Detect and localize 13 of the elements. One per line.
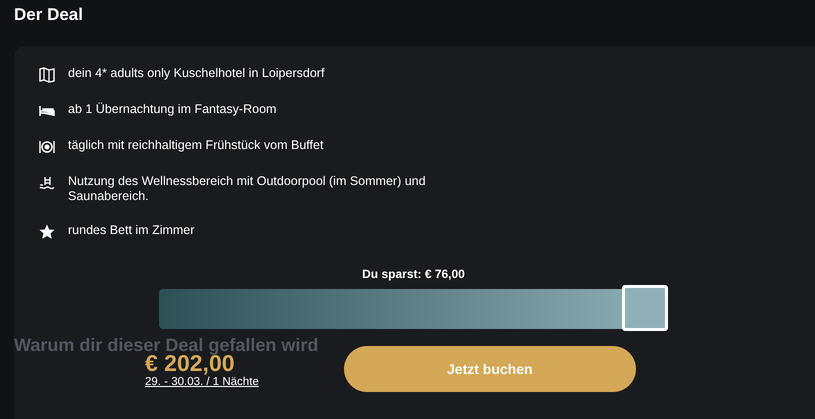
dates-link[interactable]: 29. - 30.03. / 1 Nächte xyxy=(145,376,259,388)
star-icon xyxy=(39,224,55,240)
feature-text: rundes Bett im Zimmer xyxy=(68,223,194,238)
pool-icon xyxy=(39,175,55,191)
feature-text: dein 4* adults only Kuschelhotel in Loipersdorf xyxy=(68,66,324,81)
feature-text: täglich mit reichhaltigem Frühstück vom Buffet xyxy=(68,138,324,153)
feature-text: Nutzung des Wellnessbereich mit Outdoorpool (im Sommer) und Saunabereich. xyxy=(68,174,427,204)
map-icon xyxy=(39,67,55,83)
plate-icon xyxy=(39,139,55,155)
section-title: Der Deal xyxy=(13,4,84,26)
savings-label: Du sparst: € 76,00 xyxy=(362,267,465,281)
bed-icon xyxy=(39,103,55,119)
feature-text: ab 1 Übernachtung im Fantasy-Room xyxy=(68,102,276,117)
